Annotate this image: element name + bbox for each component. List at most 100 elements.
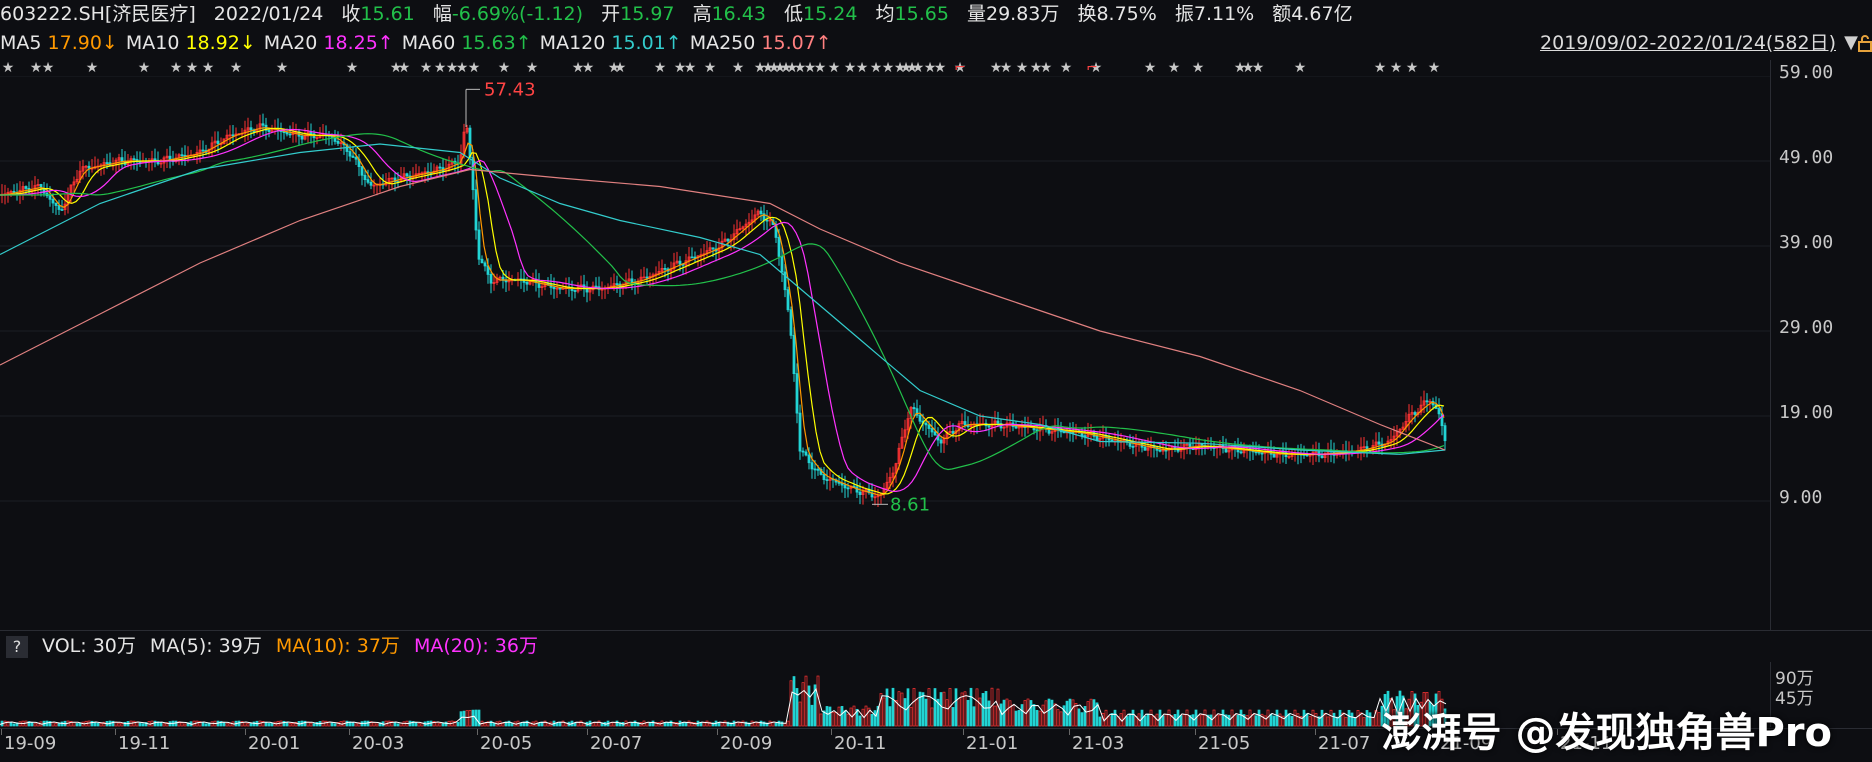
event-star-icon[interactable]: ★ bbox=[434, 60, 447, 76]
ma-item-ma10: MA10 18.92↓ bbox=[126, 32, 256, 54]
event-star-icon[interactable]: ★ bbox=[1168, 60, 1181, 76]
event-star-icon[interactable]: ★ bbox=[870, 60, 883, 76]
volume-bar bbox=[72, 721, 76, 727]
event-star-icon[interactable]: ★ bbox=[912, 60, 925, 76]
candle-body bbox=[1164, 449, 1168, 452]
volume-bar bbox=[75, 723, 79, 727]
event-star-icon[interactable]: ★ bbox=[1374, 60, 1387, 76]
event-star-icon[interactable]: ★ bbox=[732, 60, 745, 76]
event-star-icon[interactable]: ★ bbox=[230, 60, 243, 76]
event-star-icon[interactable]: ★ bbox=[1192, 60, 1205, 76]
event-star-icon[interactable]: ★ bbox=[828, 60, 841, 76]
volume-bar bbox=[1113, 709, 1117, 727]
volume-bar bbox=[417, 723, 421, 727]
candle-body bbox=[765, 219, 769, 222]
event-star-icon[interactable]: ★ bbox=[1000, 60, 1013, 76]
event-star-icon[interactable]: ★ bbox=[276, 60, 289, 76]
candle-body bbox=[60, 209, 64, 211]
volume-bar bbox=[561, 720, 565, 727]
event-star-icon[interactable]: ★ bbox=[2, 60, 15, 76]
event-star-icon[interactable]: ★ bbox=[86, 60, 99, 76]
low-label: 低 bbox=[784, 3, 804, 25]
event-star-icon[interactable]: ★ bbox=[186, 60, 199, 76]
time-tick: 20-09 bbox=[720, 733, 773, 754]
event-star-icon[interactable]: ★ bbox=[1040, 60, 1053, 76]
event-star-icon[interactable]: ★ bbox=[856, 60, 869, 76]
volume-bar bbox=[1161, 715, 1165, 727]
event-star-icon[interactable]: ★ bbox=[1294, 60, 1307, 76]
ma-value: 15.01↑ bbox=[611, 32, 682, 54]
event-star-icon[interactable]: ★ bbox=[1060, 60, 1073, 76]
candle-body bbox=[1239, 451, 1243, 454]
amount-stat: 额4.67亿 bbox=[1272, 3, 1352, 25]
help-button[interactable]: ? bbox=[6, 636, 28, 658]
volume-bar bbox=[99, 723, 103, 727]
volume-bar bbox=[312, 723, 316, 727]
event-star-icon[interactable]: ★ bbox=[934, 60, 947, 76]
event-star-icon[interactable]: ★ bbox=[882, 60, 895, 76]
event-star-icon[interactable]: ★ bbox=[582, 60, 595, 76]
volume-bar bbox=[858, 715, 862, 727]
candle-body bbox=[1377, 441, 1381, 445]
candle-body bbox=[858, 491, 862, 495]
event-star-icon[interactable]: ★ bbox=[398, 60, 411, 76]
close-value: 15.61 bbox=[360, 3, 415, 25]
event-star-icon[interactable]: ★ bbox=[844, 60, 857, 76]
event-star-icon[interactable]: ★ bbox=[468, 60, 481, 76]
event-star-icon[interactable]: ★ bbox=[1406, 60, 1419, 76]
stock-code[interactable]: 603222.SH[济民医疗] bbox=[0, 3, 196, 25]
volume-bar bbox=[444, 721, 448, 727]
event-star-icon[interactable]: ★ bbox=[202, 60, 215, 76]
candle-body bbox=[138, 161, 142, 164]
volume-bar bbox=[1047, 698, 1051, 727]
event-star-icon[interactable]: ★ bbox=[1252, 60, 1265, 76]
time-tick-mark bbox=[963, 729, 964, 735]
event-star-icon[interactable]: ★ bbox=[420, 60, 433, 76]
volume-bar bbox=[885, 688, 889, 727]
volume-bar bbox=[828, 706, 832, 727]
volume-bar bbox=[981, 693, 985, 727]
candle-body bbox=[285, 131, 289, 135]
volume-bar bbox=[510, 722, 514, 727]
event-star-icon[interactable]: ★ bbox=[42, 60, 55, 76]
event-star-icon[interactable]: ★ bbox=[1390, 60, 1403, 76]
volume-bar bbox=[1245, 715, 1249, 727]
event-star-icon[interactable]: ★ bbox=[1428, 60, 1441, 76]
lock-icon[interactable] bbox=[1858, 34, 1872, 52]
candle-body bbox=[795, 373, 799, 414]
event-star-icon[interactable]: ★ bbox=[704, 60, 717, 76]
event-star-icon[interactable]: ★ bbox=[654, 60, 667, 76]
volume-bar bbox=[1059, 711, 1063, 727]
event-star-icon[interactable]: ★ bbox=[1144, 60, 1157, 76]
volume-bar bbox=[1344, 716, 1348, 727]
time-tick: 20-03 bbox=[352, 733, 405, 754]
event-star-icon[interactable]: ★ bbox=[456, 60, 469, 76]
chevron-down-icon[interactable]: ▼ bbox=[1844, 28, 1858, 58]
candle-body bbox=[792, 334, 796, 375]
volume-bar bbox=[843, 710, 847, 727]
event-flag-icon[interactable]: ⌐ bbox=[954, 60, 966, 76]
candle-body bbox=[996, 420, 1000, 424]
event-star-icon[interactable]: ★ bbox=[30, 60, 43, 76]
event-star-icon[interactable]: ★ bbox=[170, 60, 183, 76]
close-price: 收15.61 bbox=[341, 3, 414, 25]
event-star-icon[interactable]: ★ bbox=[498, 60, 511, 76]
event-star-icon[interactable]: ★ bbox=[526, 60, 539, 76]
volume-bar bbox=[840, 706, 844, 727]
volume-bar bbox=[1149, 709, 1153, 727]
event-star-icon[interactable]: ★ bbox=[814, 60, 827, 76]
volume-bar bbox=[969, 687, 973, 727]
volume-bar bbox=[153, 720, 157, 727]
event-flag-icon[interactable]: ⌐ bbox=[1086, 60, 1098, 76]
volume-bar bbox=[1029, 700, 1033, 727]
event-star-icon[interactable]: ★ bbox=[138, 60, 151, 76]
event-star-icon[interactable]: ★ bbox=[684, 60, 697, 76]
volume-bar bbox=[12, 723, 16, 727]
volume-bar bbox=[1233, 714, 1237, 727]
event-star-icon[interactable]: ★ bbox=[346, 60, 359, 76]
volume-bar bbox=[738, 722, 742, 727]
event-star-icon[interactable]: ★ bbox=[1016, 60, 1029, 76]
date-range-link[interactable]: 2019/09/02-2022/01/24(582日) bbox=[1540, 28, 1836, 58]
event-star-icon[interactable]: ★ bbox=[614, 60, 627, 76]
volume-bar bbox=[891, 687, 895, 727]
